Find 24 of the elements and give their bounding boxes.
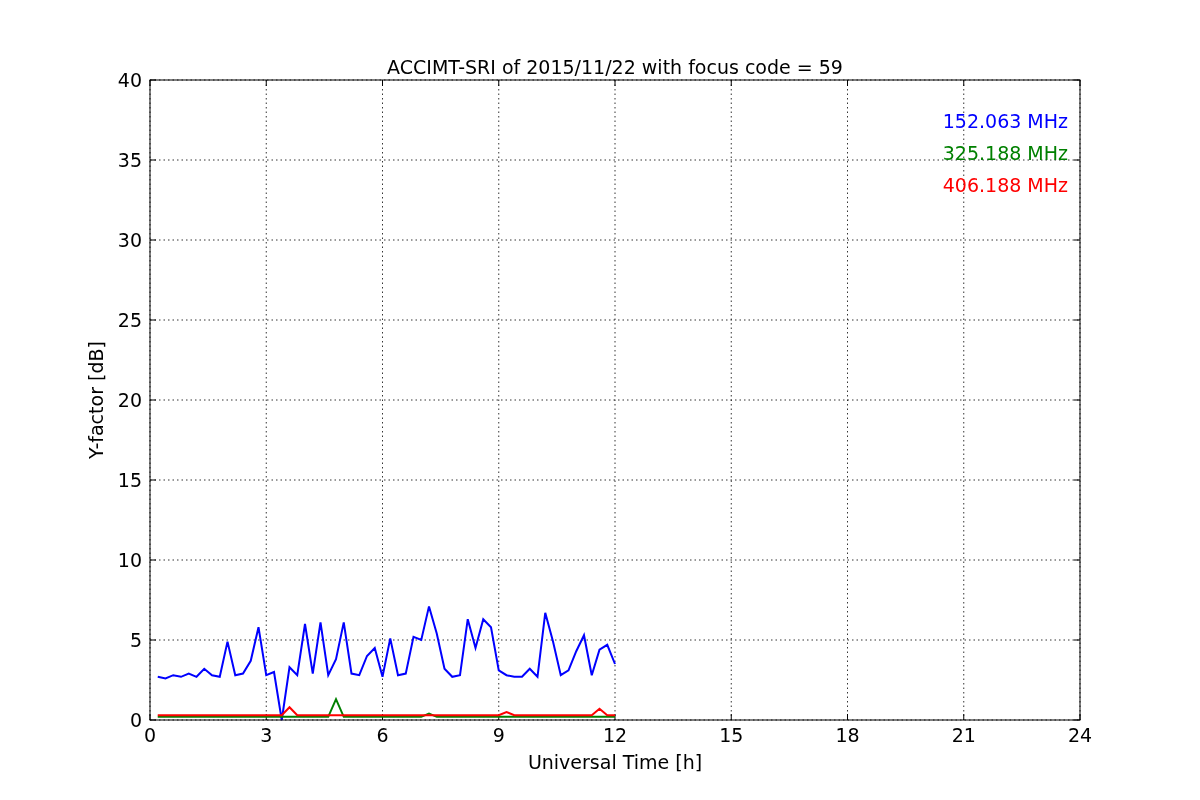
legend-label: 406.188 MHz (942, 174, 1068, 196)
x-tick-label: 18 (835, 724, 860, 746)
x-tick-label: 24 (1067, 724, 1093, 746)
legend-label: 152.063 MHz (942, 110, 1068, 132)
y-tick-label: 10 (117, 549, 142, 571)
y-tick-label: 40 (117, 69, 142, 91)
y-axis-label: Y-factor [dB] (85, 341, 107, 459)
x-tick-label: 6 (376, 724, 389, 746)
y-tick-label: 15 (117, 469, 142, 491)
x-tick-label: 0 (143, 724, 157, 746)
y-tick-label: 25 (117, 309, 142, 331)
y-tick-label: 35 (117, 149, 142, 171)
x-tick-label: 9 (492, 724, 505, 746)
y-tick-label: 5 (129, 629, 142, 651)
x-tick-label: 15 (719, 724, 744, 746)
chart-title: ACCIMT-SRI of 2015/11/22 with focus code = 59 (387, 56, 843, 78)
x-axis-label: Universal Time [h] (527, 751, 703, 773)
y-tick-label: 30 (117, 229, 142, 251)
x-tick-label: 3 (260, 724, 273, 746)
y-tick-label: 0 (129, 709, 142, 731)
legend-label: 325.188 MHz (942, 142, 1068, 164)
y-tick-label: 20 (117, 389, 142, 411)
x-tick-label: 21 (951, 724, 976, 746)
x-tick-label: 12 (602, 724, 628, 746)
